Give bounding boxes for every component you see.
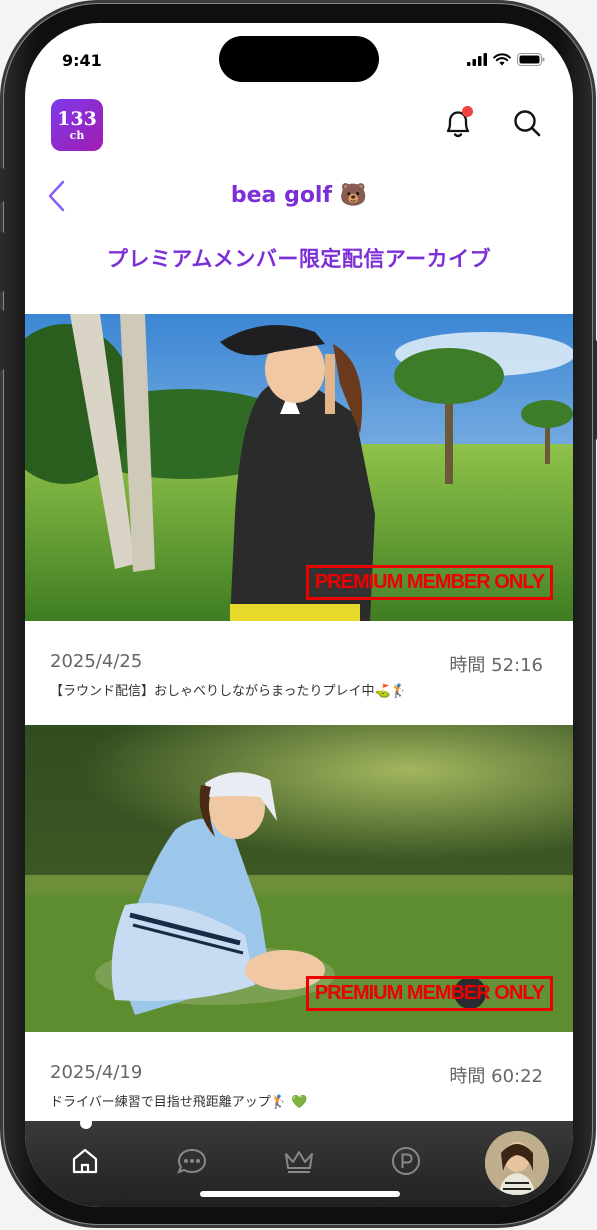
dynamic-island <box>219 36 379 82</box>
video-description: 【ラウンド配信】おしゃべりしながらまったりプレイ中⛳🏌️ <box>50 684 407 699</box>
status-icons <box>467 53 545 66</box>
search-button[interactable] <box>511 103 543 143</box>
side-button-left-2 <box>0 232 4 292</box>
phone-screen: 9:41 133 ch bea golf 🐻 プレミアムメンバー限定配信アーカイ… <box>25 23 573 1207</box>
battery-icon <box>517 53 545 66</box>
profile-avatar[interactable] <box>485 1131 549 1195</box>
chat-icon <box>177 1148 207 1174</box>
video-thumbnail[interactable]: PREMIUM MEMBER ONLY <box>25 725 573 1032</box>
video-duration: 時間 52:16 <box>449 655 543 676</box>
premium-badge: PREMIUM MEMBER ONLY <box>305 976 553 1011</box>
home-icon <box>72 1148 98 1174</box>
wifi-icon <box>493 53 511 66</box>
points-icon <box>392 1147 420 1175</box>
video-date: 2025/4/25 <box>50 651 143 672</box>
status-time: 9:41 <box>62 51 102 70</box>
avatar-photo <box>485 1131 549 1195</box>
section-title: プレミアムメンバー限定配信アーカイブ <box>106 247 492 271</box>
video-meta: 2025/4/19 時間 60:22 <box>25 1032 573 1087</box>
tab-home[interactable] <box>65 1141 105 1181</box>
notification-badge <box>462 106 473 117</box>
tab-chat[interactable] <box>172 1141 212 1181</box>
tab-points[interactable] <box>386 1141 426 1181</box>
logo-suffix: ch <box>69 128 85 142</box>
logo-number: 133 <box>57 107 97 130</box>
tab-bar <box>25 1117 573 1207</box>
search-icon <box>514 110 541 137</box>
cellular-signal-icon <box>467 53 487 66</box>
video-card[interactable]: PREMIUM MEMBER ONLY 2025/4/19 時間 60:22 ド… <box>25 725 573 1110</box>
premium-badge: PREMIUM MEMBER ONLY <box>305 565 553 600</box>
notification-button[interactable] <box>442 103 474 143</box>
active-tab-indicator <box>80 1117 92 1129</box>
video-thumbnail[interactable]: PREMIUM MEMBER ONLY <box>25 314 573 621</box>
channel-title: bea golf 🐻 <box>230 183 368 208</box>
video-date: 2025/4/19 <box>50 1062 143 1083</box>
home-indicator <box>200 1191 400 1197</box>
video-duration: 時間 60:22 <box>449 1066 543 1087</box>
video-card[interactable]: PREMIUM MEMBER ONLY 2025/4/25 時間 52:16 【… <box>25 314 573 699</box>
side-button-left-3 <box>0 310 4 370</box>
crown-icon <box>285 1151 313 1173</box>
side-button-left-1 <box>0 168 4 202</box>
app-logo[interactable]: 133 ch <box>51 99 103 151</box>
video-description: ドライバー練習で目指せ飛距離アップ🏌️ 💚 <box>50 1095 308 1110</box>
video-meta: 2025/4/25 時間 52:16 <box>25 621 573 676</box>
tab-premium[interactable] <box>279 1141 319 1181</box>
side-button-right <box>593 340 597 440</box>
